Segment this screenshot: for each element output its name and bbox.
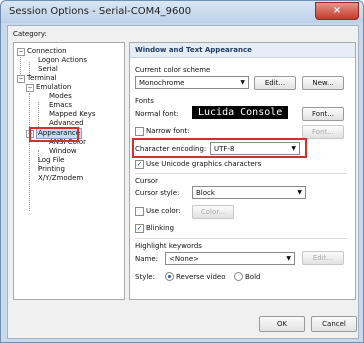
unicode-graphics-label: Use Unicode graphics characters bbox=[146, 160, 262, 168]
tree-guide bbox=[29, 93, 30, 211]
chevron-down-icon: ▼ bbox=[297, 189, 302, 196]
normal-font-label: Normal font: bbox=[135, 110, 179, 118]
color-scheme-value: Monochrome bbox=[139, 79, 185, 87]
panel-title: Window and Text Appearance bbox=[135, 46, 252, 54]
panel-header: Window and Text Appearance bbox=[130, 43, 355, 58]
category-tree[interactable]: − Connection Logon Actions Serial − Term… bbox=[13, 42, 125, 300]
divider bbox=[135, 238, 347, 239]
tree-item-printing[interactable]: Printing bbox=[38, 165, 65, 174]
edit-scheme-button[interactable]: Edit... bbox=[254, 76, 296, 90]
keyword-name-label: Name: bbox=[135, 255, 159, 263]
new-scheme-button[interactable]: New... bbox=[302, 76, 344, 90]
highlight-keywords-label: Highlight keywords bbox=[135, 242, 202, 250]
color-scheme-label: Current color scheme bbox=[135, 66, 211, 74]
reverse-video-radio[interactable] bbox=[165, 272, 174, 281]
title-bar[interactable]: Session Options - Serial-COM4_9600 × bbox=[1, 1, 363, 23]
tree-item-logon-actions[interactable]: Logon Actions bbox=[38, 56, 87, 65]
keyword-edit-button[interactable]: Edit... bbox=[302, 251, 344, 265]
tree-item-mapped-keys[interactable]: Mapped Keys bbox=[49, 110, 96, 119]
normal-font-button[interactable]: Font... bbox=[302, 107, 344, 121]
tree-item-log-file[interactable]: Log File bbox=[38, 156, 64, 165]
tree-item-xyz-modem[interactable]: X/Y/Zmodem bbox=[38, 174, 83, 183]
cursor-style-label: Cursor style: bbox=[135, 189, 180, 197]
window-title: Session Options - Serial-COM4_9600 bbox=[9, 6, 192, 17]
tree-item-serial[interactable]: Serial bbox=[38, 65, 58, 74]
divider bbox=[135, 173, 347, 174]
tree-item-terminal[interactable]: Terminal bbox=[27, 74, 57, 83]
category-label: Category: bbox=[13, 30, 47, 38]
narrow-font-checkbox[interactable] bbox=[135, 127, 144, 136]
cancel-button[interactable]: Cancel bbox=[311, 316, 357, 332]
narrow-font-label: Narrow font: bbox=[146, 127, 190, 135]
appearance-highlight-box bbox=[29, 127, 79, 142]
blinking-label: Blinking bbox=[146, 224, 175, 232]
bold-radio[interactable] bbox=[234, 272, 243, 281]
style-label: Style: bbox=[135, 273, 155, 281]
tree-item-window[interactable]: Window bbox=[49, 147, 77, 156]
narrow-font-button[interactable]: Font... bbox=[302, 125, 344, 139]
normal-font-sample: Lucida Console bbox=[192, 106, 289, 119]
tree-item-emulation[interactable]: Emulation bbox=[36, 83, 71, 92]
tree-item-modes[interactable]: Modes bbox=[49, 92, 72, 101]
cursor-color-button[interactable]: Color... bbox=[192, 205, 234, 219]
collapse-icon[interactable]: − bbox=[17, 48, 25, 56]
collapse-icon[interactable]: − bbox=[17, 75, 25, 83]
cursor-section-label: Cursor bbox=[135, 177, 159, 185]
dialog-body: Category: − Connection Logon Actions Ser… bbox=[7, 25, 359, 339]
chevron-down-icon: ▼ bbox=[286, 255, 291, 262]
chevron-down-icon: ▼ bbox=[240, 79, 245, 86]
close-button[interactable]: × bbox=[315, 2, 359, 20]
tree-item-emacs[interactable]: Emacs bbox=[49, 101, 72, 110]
use-color-checkbox[interactable] bbox=[135, 207, 144, 216]
keyword-name-value: <None> bbox=[169, 255, 199, 263]
unicode-graphics-checkbox[interactable]: ✓ bbox=[135, 160, 144, 169]
tree-item-connection[interactable]: Connection bbox=[27, 47, 67, 56]
encoding-highlight-box bbox=[132, 138, 307, 158]
blinking-checkbox[interactable]: ✓ bbox=[135, 224, 144, 233]
fonts-label: Fonts bbox=[135, 97, 154, 105]
cursor-style-value: Block bbox=[196, 189, 215, 197]
cursor-style-dropdown[interactable]: Block ▼ bbox=[192, 186, 306, 199]
session-options-window: Session Options - Serial-COM4_9600 × Cat… bbox=[0, 0, 364, 343]
keyword-name-dropdown[interactable]: <None> ▼ bbox=[165, 252, 295, 265]
use-color-label: Use color: bbox=[146, 207, 181, 215]
collapse-icon[interactable]: − bbox=[26, 84, 34, 92]
color-scheme-dropdown[interactable]: Monochrome ▼ bbox=[135, 76, 249, 89]
options-panel: Window and Text Appearance Current color… bbox=[129, 42, 356, 300]
reverse-video-label: Reverse video bbox=[176, 273, 226, 281]
ok-button[interactable]: OK bbox=[259, 316, 305, 332]
bold-label: Bold bbox=[245, 273, 261, 281]
